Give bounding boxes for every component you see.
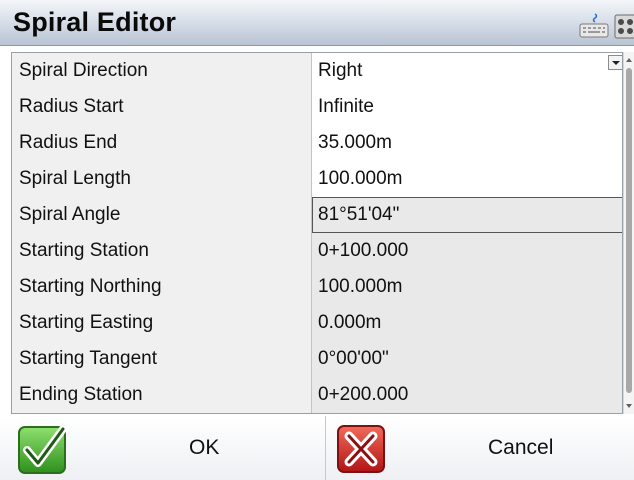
vertical-scrollbar[interactable] xyxy=(623,52,634,414)
table-row[interactable]: Starting Tangent 0°00'00" xyxy=(12,341,622,377)
property-value-text: Infinite xyxy=(318,96,374,117)
property-value[interactable]: 35.000m xyxy=(312,125,622,161)
cancel-button[interactable]: Cancel xyxy=(327,416,634,480)
scroll-thumb[interactable] xyxy=(626,68,632,393)
property-value: 0+100.000 xyxy=(312,233,622,269)
property-label: Spiral Direction xyxy=(12,53,312,89)
property-value[interactable]: Infinite xyxy=(312,89,622,125)
table-row[interactable]: Spiral Angle 81°51'04" xyxy=(12,197,622,233)
close-icon xyxy=(337,425,385,473)
property-value-text: 0+200.000 xyxy=(318,384,409,405)
property-value-text: 0.000m xyxy=(318,312,382,333)
chevron-down-icon[interactable] xyxy=(608,55,622,70)
property-value[interactable]: 100.000m xyxy=(312,161,622,197)
window-title: Spiral Editor xyxy=(13,7,177,37)
property-value-text: 100.000m xyxy=(318,168,403,189)
scroll-up-icon[interactable] xyxy=(624,54,634,66)
property-label: Starting Station xyxy=(12,233,312,269)
table-row[interactable]: Spiral Direction Right xyxy=(12,53,622,89)
property-value[interactable]: 81°51'04" xyxy=(312,197,622,233)
property-value-text: 0°00'00" xyxy=(318,348,389,369)
property-value-text: Right xyxy=(318,60,363,81)
table-row[interactable]: Starting Station 0+100.000 xyxy=(12,233,622,269)
property-value: 0.000m xyxy=(312,305,622,341)
property-value-text: 100.000m xyxy=(318,276,403,297)
property-value-text: 0+100.000 xyxy=(318,240,409,261)
property-label: Ending Station xyxy=(12,377,312,413)
title-bar: Spiral Editor xyxy=(0,0,634,46)
cancel-button-label: Cancel xyxy=(488,436,554,459)
table-row[interactable]: Ending Station 0+200.000 xyxy=(12,377,622,413)
property-label: Starting Northing xyxy=(12,269,312,305)
dialog-footer: OK Cancel xyxy=(0,416,634,480)
property-label: Starting Easting xyxy=(12,305,312,341)
checkmark-icon xyxy=(18,425,67,474)
keyboard-icon[interactable] xyxy=(578,12,610,40)
table-row[interactable]: Spiral Length 100.000m xyxy=(12,161,622,197)
table-row[interactable]: Radius End 35.000m xyxy=(12,125,622,161)
ok-button-label: OK xyxy=(189,436,220,459)
property-value: 100.000m xyxy=(312,269,622,305)
property-value-text: 81°51'04" xyxy=(318,204,400,225)
property-value: 0°00'00" xyxy=(312,341,622,377)
table-row[interactable]: Starting Northing 100.000m xyxy=(12,269,622,305)
property-label: Radius Start xyxy=(12,89,312,125)
table-row[interactable]: Radius Start Infinite xyxy=(12,89,622,125)
property-label: Spiral Angle xyxy=(12,197,312,233)
property-value-text: 35.000m xyxy=(318,132,392,153)
property-label: Starting Tangent xyxy=(12,341,312,377)
ok-button[interactable]: OK xyxy=(0,416,326,480)
property-label: Spiral Length xyxy=(12,161,312,197)
property-value: 0+200.000 xyxy=(312,377,622,413)
calculator-icon[interactable] xyxy=(614,12,634,40)
scroll-down-icon[interactable] xyxy=(624,400,634,412)
property-grid: Spiral Direction Right Radius Start Infinit… xyxy=(11,52,623,414)
table-row[interactable]: Starting Easting 0.000m xyxy=(12,305,622,341)
property-label: Radius End xyxy=(12,125,312,161)
spiral-direction-select[interactable]: Right xyxy=(312,53,622,89)
